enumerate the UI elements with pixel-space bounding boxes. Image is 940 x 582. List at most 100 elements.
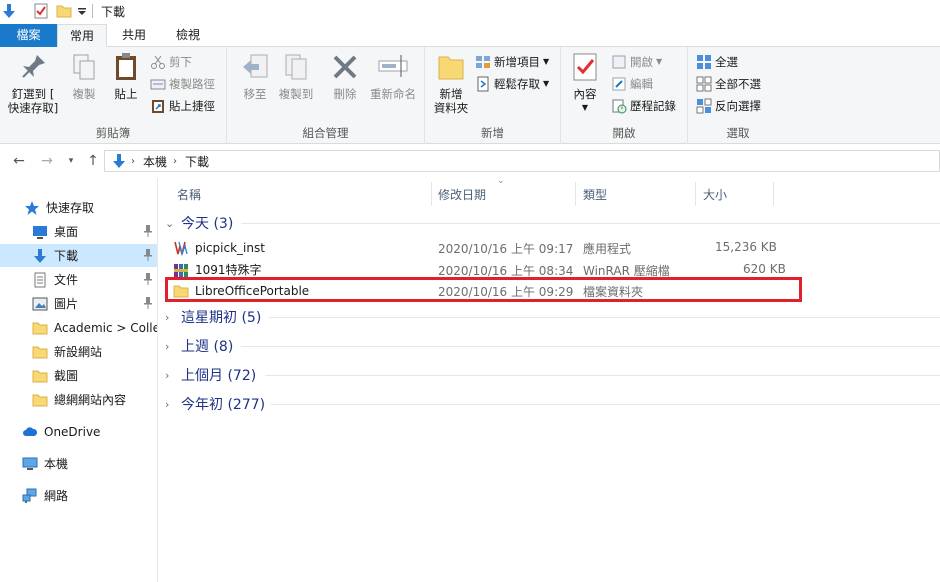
new-folder-button[interactable]: 新增 資料夾 bbox=[429, 51, 473, 115]
back-arrow-icon[interactable]: ← bbox=[10, 152, 28, 170]
copy-path-icon bbox=[150, 79, 166, 90]
copy-label: 複製 bbox=[72, 87, 96, 101]
move-to-button[interactable]: 移至 bbox=[235, 51, 275, 101]
pin-icon[interactable] bbox=[143, 225, 153, 237]
breadcrumb-this-pc[interactable]: 本機 bbox=[143, 153, 167, 170]
download-location-icon bbox=[113, 154, 125, 168]
open-button[interactable]: 開啟 ▼ bbox=[611, 53, 662, 71]
paste-shortcut-button[interactable]: 貼上捷徑 bbox=[150, 97, 215, 115]
pin-icon[interactable] bbox=[143, 297, 153, 309]
sidebar-item-desktop[interactable]: 桌面 bbox=[0, 220, 157, 243]
sidebar-item-screenshots[interactable]: 截圖 bbox=[0, 364, 157, 387]
up-arrow-icon[interactable]: ↑ bbox=[84, 152, 102, 170]
sidebar-item-new-website[interactable]: 新設網站 bbox=[0, 340, 157, 363]
pin-icon[interactable] bbox=[143, 249, 153, 261]
sidebar-item-network[interactable]: 網路 bbox=[0, 484, 157, 507]
invert-selection-button[interactable]: 反向選擇 bbox=[696, 97, 761, 115]
properties-button[interactable]: 內容 ▼ bbox=[567, 51, 603, 115]
easy-access-label: 輕鬆存取 bbox=[494, 77, 540, 91]
sidebar-item-downloads[interactable]: 下載 bbox=[0, 244, 157, 267]
group-header-this-week[interactable]: › 這星期初 (5) bbox=[165, 307, 261, 327]
copy-to-button[interactable]: 複製到 bbox=[275, 51, 317, 101]
pin-icon bbox=[22, 55, 45, 78]
pin-quick-access-button[interactable]: 釘選到 [ 快速存取] bbox=[4, 51, 62, 115]
download-arrow-icon[interactable] bbox=[1, 3, 17, 19]
address-bar[interactable]: › 本機 › 下載 bbox=[104, 150, 940, 172]
forward-arrow-icon[interactable]: → bbox=[38, 152, 56, 170]
delete-button[interactable]: 刪除 bbox=[325, 51, 365, 101]
open-label: 開啟 bbox=[630, 55, 653, 69]
copy-path-button[interactable]: 複製路徑 bbox=[150, 75, 215, 93]
rename-icon bbox=[378, 55, 408, 77]
collapse-chevron-icon: ⌄ bbox=[165, 216, 175, 230]
select-none-button[interactable]: 全部不選 bbox=[696, 75, 761, 93]
file-size: 15,236 KB bbox=[715, 240, 777, 254]
breadcrumb-downloads[interactable]: 下載 bbox=[185, 153, 209, 170]
easy-access-button[interactable]: 輕鬆存取 ▼ bbox=[475, 75, 549, 93]
pin-label-1: 釘選到 [ bbox=[11, 87, 55, 101]
star-icon bbox=[25, 200, 39, 215]
sidebar-item-documents[interactable]: 文件 bbox=[0, 268, 157, 291]
organize-group: 移至 複製到 刪除 重新命名 組合管理 bbox=[227, 47, 425, 144]
copy-button[interactable]: 複製 bbox=[64, 51, 104, 101]
open-dropdown-icon: ▼ bbox=[656, 57, 663, 66]
properties-icon bbox=[573, 53, 597, 81]
group-header-today[interactable]: ⌄ 今天 (3) bbox=[165, 213, 233, 233]
open-group-label: 開啟 bbox=[612, 126, 636, 140]
column-divider[interactable] bbox=[773, 182, 774, 206]
sidebar-item-academic[interactable]: Academic > Colle bbox=[0, 316, 157, 339]
sidebar-item-pictures[interactable]: 圖片 bbox=[0, 292, 157, 315]
column-header-name[interactable]: 名稱 bbox=[177, 184, 201, 206]
new-item-button[interactable]: 新增項目 ▼ bbox=[475, 53, 549, 71]
sidebar-item-site-content[interactable]: 總網網站內容 bbox=[0, 388, 157, 411]
column-divider[interactable] bbox=[431, 182, 432, 206]
onedrive-label: OneDrive bbox=[44, 424, 101, 439]
desktop-icon bbox=[33, 225, 47, 239]
file-date: 2020/10/16 上午 09:29 bbox=[438, 285, 574, 299]
recent-locations-chevron-icon[interactable]: ▾ bbox=[62, 152, 80, 170]
pin-icon[interactable] bbox=[143, 273, 153, 285]
qa-customize-chevron-icon[interactable] bbox=[74, 3, 90, 19]
column-divider[interactable] bbox=[575, 182, 576, 206]
tab-home[interactable]: 常用 bbox=[57, 24, 107, 48]
group-header-last-month[interactable]: › 上個月 (72) bbox=[165, 365, 256, 385]
properties-check-icon[interactable] bbox=[33, 3, 49, 19]
edit-label: 編輯 bbox=[630, 77, 653, 91]
paste-shortcut-label: 貼上捷徑 bbox=[169, 99, 215, 113]
column-divider[interactable] bbox=[695, 182, 696, 206]
file-date: 2020/10/16 上午 09:17 bbox=[438, 242, 574, 256]
history-button[interactable]: 歷程記錄 bbox=[611, 97, 676, 115]
rename-button[interactable]: 重新命名 bbox=[365, 51, 421, 101]
table-row[interactable]: LibreOfficePortable 2020/10/16 上午 09:29 … bbox=[173, 280, 803, 301]
paste-shortcut-icon bbox=[152, 100, 164, 113]
group-title: 今天 (3) bbox=[181, 216, 234, 232]
sidebar-item-quick-access[interactable]: 快速存取 bbox=[0, 196, 157, 219]
new-folder-icon bbox=[438, 56, 464, 80]
tab-file[interactable]: 檔案 bbox=[0, 24, 57, 47]
column-header-date[interactable]: 修改日期 bbox=[438, 184, 486, 206]
sidebar-item-this-pc[interactable]: 本機 bbox=[0, 452, 157, 475]
breadcrumb-separator-icon[interactable]: › bbox=[173, 156, 177, 167]
tab-share[interactable]: 共用 bbox=[110, 24, 158, 47]
group-header-this-year[interactable]: › 今年初 (277) bbox=[165, 394, 265, 414]
edit-button[interactable]: 編輯 bbox=[611, 75, 653, 93]
file-name: picpick_inst bbox=[195, 240, 265, 255]
column-header-size[interactable]: 大小 bbox=[703, 184, 727, 206]
cut-button[interactable]: 剪下 bbox=[150, 53, 192, 71]
paste-button[interactable]: 貼上 bbox=[106, 51, 146, 101]
column-header-type[interactable]: 類型 bbox=[583, 184, 607, 206]
table-row[interactable]: picpick_inst 2020/10/16 上午 09:17 應用程式 15… bbox=[173, 237, 803, 258]
breadcrumb-separator-icon[interactable]: › bbox=[131, 156, 135, 167]
download-arrow-icon bbox=[34, 248, 46, 263]
group-header-last-week[interactable]: › 上週 (8) bbox=[165, 336, 233, 356]
clipboard-icon bbox=[116, 53, 136, 80]
select-all-button[interactable]: 全選 bbox=[696, 53, 738, 71]
sidebar-item-label: 截圖 bbox=[54, 369, 79, 383]
new-folder-qa-icon[interactable] bbox=[56, 3, 72, 19]
table-row[interactable]: 1091特殊字 2020/10/16 上午 08:34 WinRAR 壓縮檔 6… bbox=[173, 259, 803, 280]
tab-view[interactable]: 檢視 bbox=[162, 24, 214, 47]
open-icon bbox=[612, 55, 626, 69]
new-group-label: 新增 bbox=[481, 126, 504, 140]
scissors-icon bbox=[151, 55, 165, 69]
sidebar-item-onedrive[interactable]: OneDrive bbox=[0, 420, 157, 443]
